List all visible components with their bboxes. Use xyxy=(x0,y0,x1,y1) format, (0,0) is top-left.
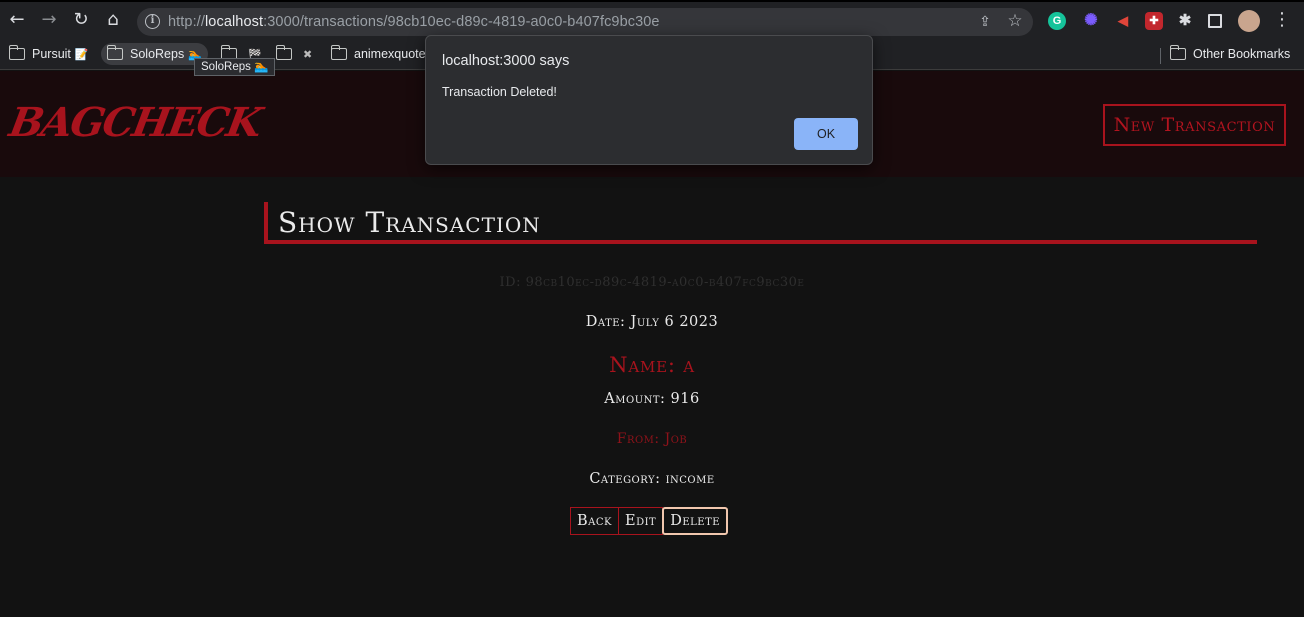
new-transaction-button[interactable]: New Transaction xyxy=(1103,104,1286,146)
browser-toolbar: ← → ↻ ⌂ i http://localhost:3000/transact… xyxy=(0,0,1304,38)
back-arrow-icon[interactable]: ← xyxy=(5,8,29,32)
flower-extension-icon[interactable]: ✺ xyxy=(1082,12,1100,30)
bookmark-other[interactable]: Other Bookmarks xyxy=(1169,43,1291,65)
delete-button[interactable]: Delete xyxy=(662,507,729,535)
bookmark-pursuit[interactable]: Pursuit 📝 xyxy=(8,43,89,65)
bookmark-tooltip: SoloReps 🏊 xyxy=(194,58,276,76)
bookmark-soloreps[interactable]: SoloReps 🏊 xyxy=(101,43,208,65)
bookmark-label: Pursuit xyxy=(32,47,71,61)
folder-icon xyxy=(1169,45,1186,60)
transaction-from: From: Job xyxy=(616,431,688,447)
extensions-puzzle-icon[interactable]: ✱ xyxy=(1176,12,1194,30)
transaction-id: ID: 98cb10ec-d89c-4819-a0c0-b407fc9bc30e xyxy=(499,275,805,290)
alert-dialog: localhost:3000 says Transaction Deleted!… xyxy=(425,35,873,165)
reload-icon[interactable]: ↻ xyxy=(69,8,93,32)
page-title: Show Transaction xyxy=(264,202,541,244)
bookmark-label: animexquote xyxy=(354,47,426,61)
dialog-ok-button[interactable]: OK xyxy=(794,118,858,150)
dialog-title: localhost:3000 says xyxy=(442,53,570,69)
side-panel-icon[interactable] xyxy=(1208,14,1222,28)
kebab-menu-icon[interactable]: ⋮ xyxy=(1270,8,1294,32)
folder-icon xyxy=(330,45,347,60)
share-icon[interactable]: ⇪ xyxy=(975,12,995,32)
edit-button[interactable]: Edit xyxy=(619,507,664,535)
transaction-name: Name: a xyxy=(609,353,695,377)
bookmark-label: SoloReps xyxy=(130,47,185,61)
bookmark-x[interactable]: ✖ xyxy=(275,43,313,65)
dialog-message: Transaction Deleted! xyxy=(442,85,557,99)
forward-arrow-icon[interactable]: → xyxy=(37,8,61,32)
folder-icon xyxy=(8,45,25,60)
main-content: Show Transaction ID: 98cb10ec-d89c-4819-… xyxy=(0,177,1304,617)
bookmarks-divider xyxy=(1160,48,1161,64)
folder-icon xyxy=(106,45,123,60)
transaction-date: Date: July 6 2023 xyxy=(585,314,719,330)
home-icon[interactable]: ⌂ xyxy=(101,8,125,32)
site-info-icon[interactable]: i xyxy=(145,14,160,29)
transaction-amount: Amount: 916 xyxy=(604,391,700,407)
title-underline xyxy=(264,240,1257,244)
bookmark-label: Other Bookmarks xyxy=(1193,47,1291,61)
x-icon: ✖ xyxy=(303,48,313,61)
back-button[interactable]: Back xyxy=(570,507,619,535)
flag-extension-icon[interactable]: ◀ xyxy=(1114,12,1132,30)
bookmark-star-icon[interactable]: ☆ xyxy=(1005,11,1025,31)
red-extension-icon[interactable]: ✚ xyxy=(1145,12,1163,30)
action-buttons: Back Edit Delete xyxy=(570,507,729,535)
bookmark-animexquote[interactable]: animexquote xyxy=(330,43,426,65)
address-bar[interactable]: i http://localhost:3000/transactions/98c… xyxy=(137,8,1033,36)
bagcheck-logo[interactable]: BAGCHECK xyxy=(6,99,264,146)
url-text[interactable]: http://localhost:3000/transactions/98cb1… xyxy=(168,14,660,30)
memo-icon: 📝 xyxy=(74,48,89,61)
transaction-category: Category: income xyxy=(589,471,715,487)
profile-avatar[interactable] xyxy=(1238,10,1260,32)
folder-icon xyxy=(275,45,292,60)
grammarly-extension-icon[interactable]: G xyxy=(1048,12,1066,30)
